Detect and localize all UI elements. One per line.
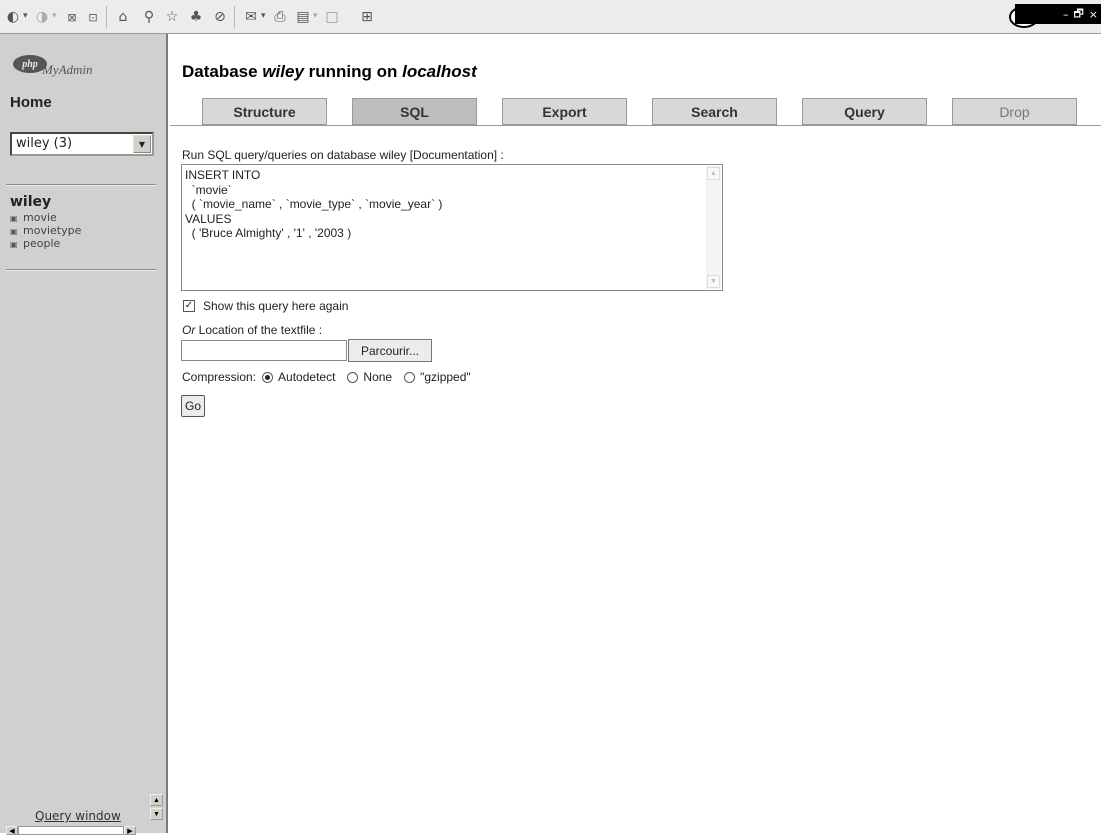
left-navigation-frame: php MyAdmin Home wiley (3) ▼ wiley ▣ movi… [0, 34, 168, 835]
show-query-again-row: ✓ Show this query here again [183, 299, 348, 313]
tab-export[interactable]: Export [502, 98, 627, 125]
divider [6, 184, 156, 186]
history-icon[interactable]: ⊘ [211, 9, 229, 25]
close-icon[interactable]: × [1089, 8, 1098, 21]
title-database: wiley [262, 62, 304, 81]
discuss-icon[interactable]: □ [323, 9, 341, 25]
scroll-down-icon[interactable]: ▼ [707, 275, 720, 288]
chevron-down-icon[interactable]: ▼ [133, 135, 151, 153]
browser-toolbar: ◐ ▾ ◑ ▾ ⊠ ⊡ ⌂ ⚲ ☆ ♣ ⊘ ✉ ▾ ⎙ ▤ ▾ □ ⊞ ie –… [0, 0, 1101, 34]
table-item-label: movie [23, 211, 57, 224]
mail-icon[interactable]: ✉ [242, 9, 260, 25]
edit-dropdown-icon[interactable]: ▾ [313, 11, 318, 21]
database-select[interactable]: wiley (3) ▼ [10, 132, 154, 156]
phpmyadmin-logo[interactable]: php MyAdmin [13, 55, 108, 79]
show-query-again-label: Show this query here again [203, 299, 349, 313]
table-icon: ▣ [10, 240, 18, 249]
main-content-frame: Database wiley running on localhost Stru… [170, 34, 1101, 833]
page-title: Database wiley running on localhost [182, 62, 477, 82]
favorites-icon[interactable]: ☆ [163, 9, 181, 25]
scrollbar-track[interactable] [18, 826, 124, 835]
title-middle: running on [303, 62, 403, 81]
database-name-link[interactable]: wiley [10, 194, 51, 210]
messenger-icon[interactable]: ⊞ [358, 9, 376, 25]
location-label-text: Location of the textfile : [195, 323, 323, 337]
compression-autodetect-radio[interactable] [262, 371, 274, 383]
restore-icon[interactable]: 🗗 [1073, 5, 1083, 24]
tab-bar: Structure SQL Export Search Query Drop [178, 98, 1101, 125]
edit-icon[interactable]: ▤ [294, 9, 312, 25]
scroll-up-icon[interactable]: ▲ [150, 794, 163, 806]
tab-search[interactable]: Search [652, 98, 777, 125]
textarea-scrollbar[interactable]: ▲ ▼ [706, 166, 721, 289]
compression-label: Compression: [182, 370, 257, 384]
scroll-left-icon[interactable]: ◀ [6, 826, 18, 835]
toolbar-separator [234, 6, 235, 28]
compression-none-label: None [363, 370, 393, 384]
show-query-again-checkbox[interactable]: ✓ [183, 300, 195, 312]
browse-button[interactable]: Parcourir... [348, 339, 432, 362]
compression-autodetect-label: Autodetect [278, 370, 336, 384]
location-or-text: Or [182, 323, 196, 337]
scroll-down-icon[interactable]: ▼ [150, 808, 163, 820]
table-item-label: movietype [23, 224, 82, 237]
title-host: localhost [402, 62, 477, 81]
tab-query[interactable]: Query [802, 98, 927, 125]
tabs-divider [170, 125, 1101, 126]
back-icon[interactable]: ◐ [4, 9, 22, 25]
textfile-path-input[interactable] [181, 340, 347, 361]
divider [6, 269, 156, 271]
search-icon[interactable]: ⚲ [140, 9, 158, 25]
compression-gzipped-radio[interactable] [404, 371, 416, 383]
forward-icon[interactable]: ◑ [33, 9, 51, 25]
print-icon[interactable]: ⎙ [271, 9, 289, 25]
toolbar-separator [106, 6, 107, 28]
window-controls: – 🗗 × [1015, 4, 1101, 24]
tab-drop[interactable]: Drop [952, 98, 1077, 125]
scroll-up-icon[interactable]: ▲ [707, 167, 720, 180]
table-item-label: people [23, 237, 61, 250]
database-select-value: wiley (3) [16, 136, 73, 151]
title-prefix: Database [182, 62, 263, 81]
scroll-right-icon[interactable]: ▶ [124, 826, 136, 835]
table-item-movietype[interactable]: ▣ movietype [10, 224, 81, 237]
media-icon[interactable]: ♣ [187, 9, 205, 25]
compression-gzipped-label: "gzipped" [420, 370, 471, 384]
compression-row: Compression: Autodetect None "gzipped" [182, 370, 483, 384]
textfile-location-label: Or Location of the textfile : [182, 323, 322, 337]
go-button[interactable]: Go [181, 395, 205, 417]
mail-dropdown-icon[interactable]: ▾ [261, 11, 266, 21]
myadmin-logo-text: MyAdmin [42, 62, 93, 77]
back-dropdown-icon[interactable]: ▾ [23, 11, 28, 21]
horizontal-scrollbar[interactable]: ◀ ▶ [6, 826, 156, 835]
run-sql-label: Run SQL query/queries on database wiley … [182, 148, 504, 162]
minimize-icon[interactable]: – [1063, 8, 1069, 21]
sql-query-textarea[interactable]: INSERT INTO `movie` ( `movie_name` , `mo… [181, 164, 723, 291]
table-list: ▣ movie ▣ movietype ▣ people [10, 211, 81, 250]
forward-dropdown-icon[interactable]: ▾ [52, 11, 57, 21]
home-icon[interactable]: ⌂ [114, 9, 132, 25]
table-item-movie[interactable]: ▣ movie [10, 211, 81, 224]
stop-icon[interactable]: ⊠ [63, 9, 81, 25]
refresh-icon[interactable]: ⊡ [84, 9, 102, 25]
compression-none-radio[interactable] [347, 371, 359, 383]
tab-sql[interactable]: SQL [352, 98, 477, 125]
query-window-link[interactable]: Query window [35, 809, 121, 823]
table-item-people[interactable]: ▣ people [10, 237, 81, 250]
tab-structure[interactable]: Structure [202, 98, 327, 125]
sql-query-text[interactable]: INSERT INTO `movie` ( `movie_name` , `mo… [182, 165, 722, 241]
home-link[interactable]: Home [10, 94, 52, 111]
